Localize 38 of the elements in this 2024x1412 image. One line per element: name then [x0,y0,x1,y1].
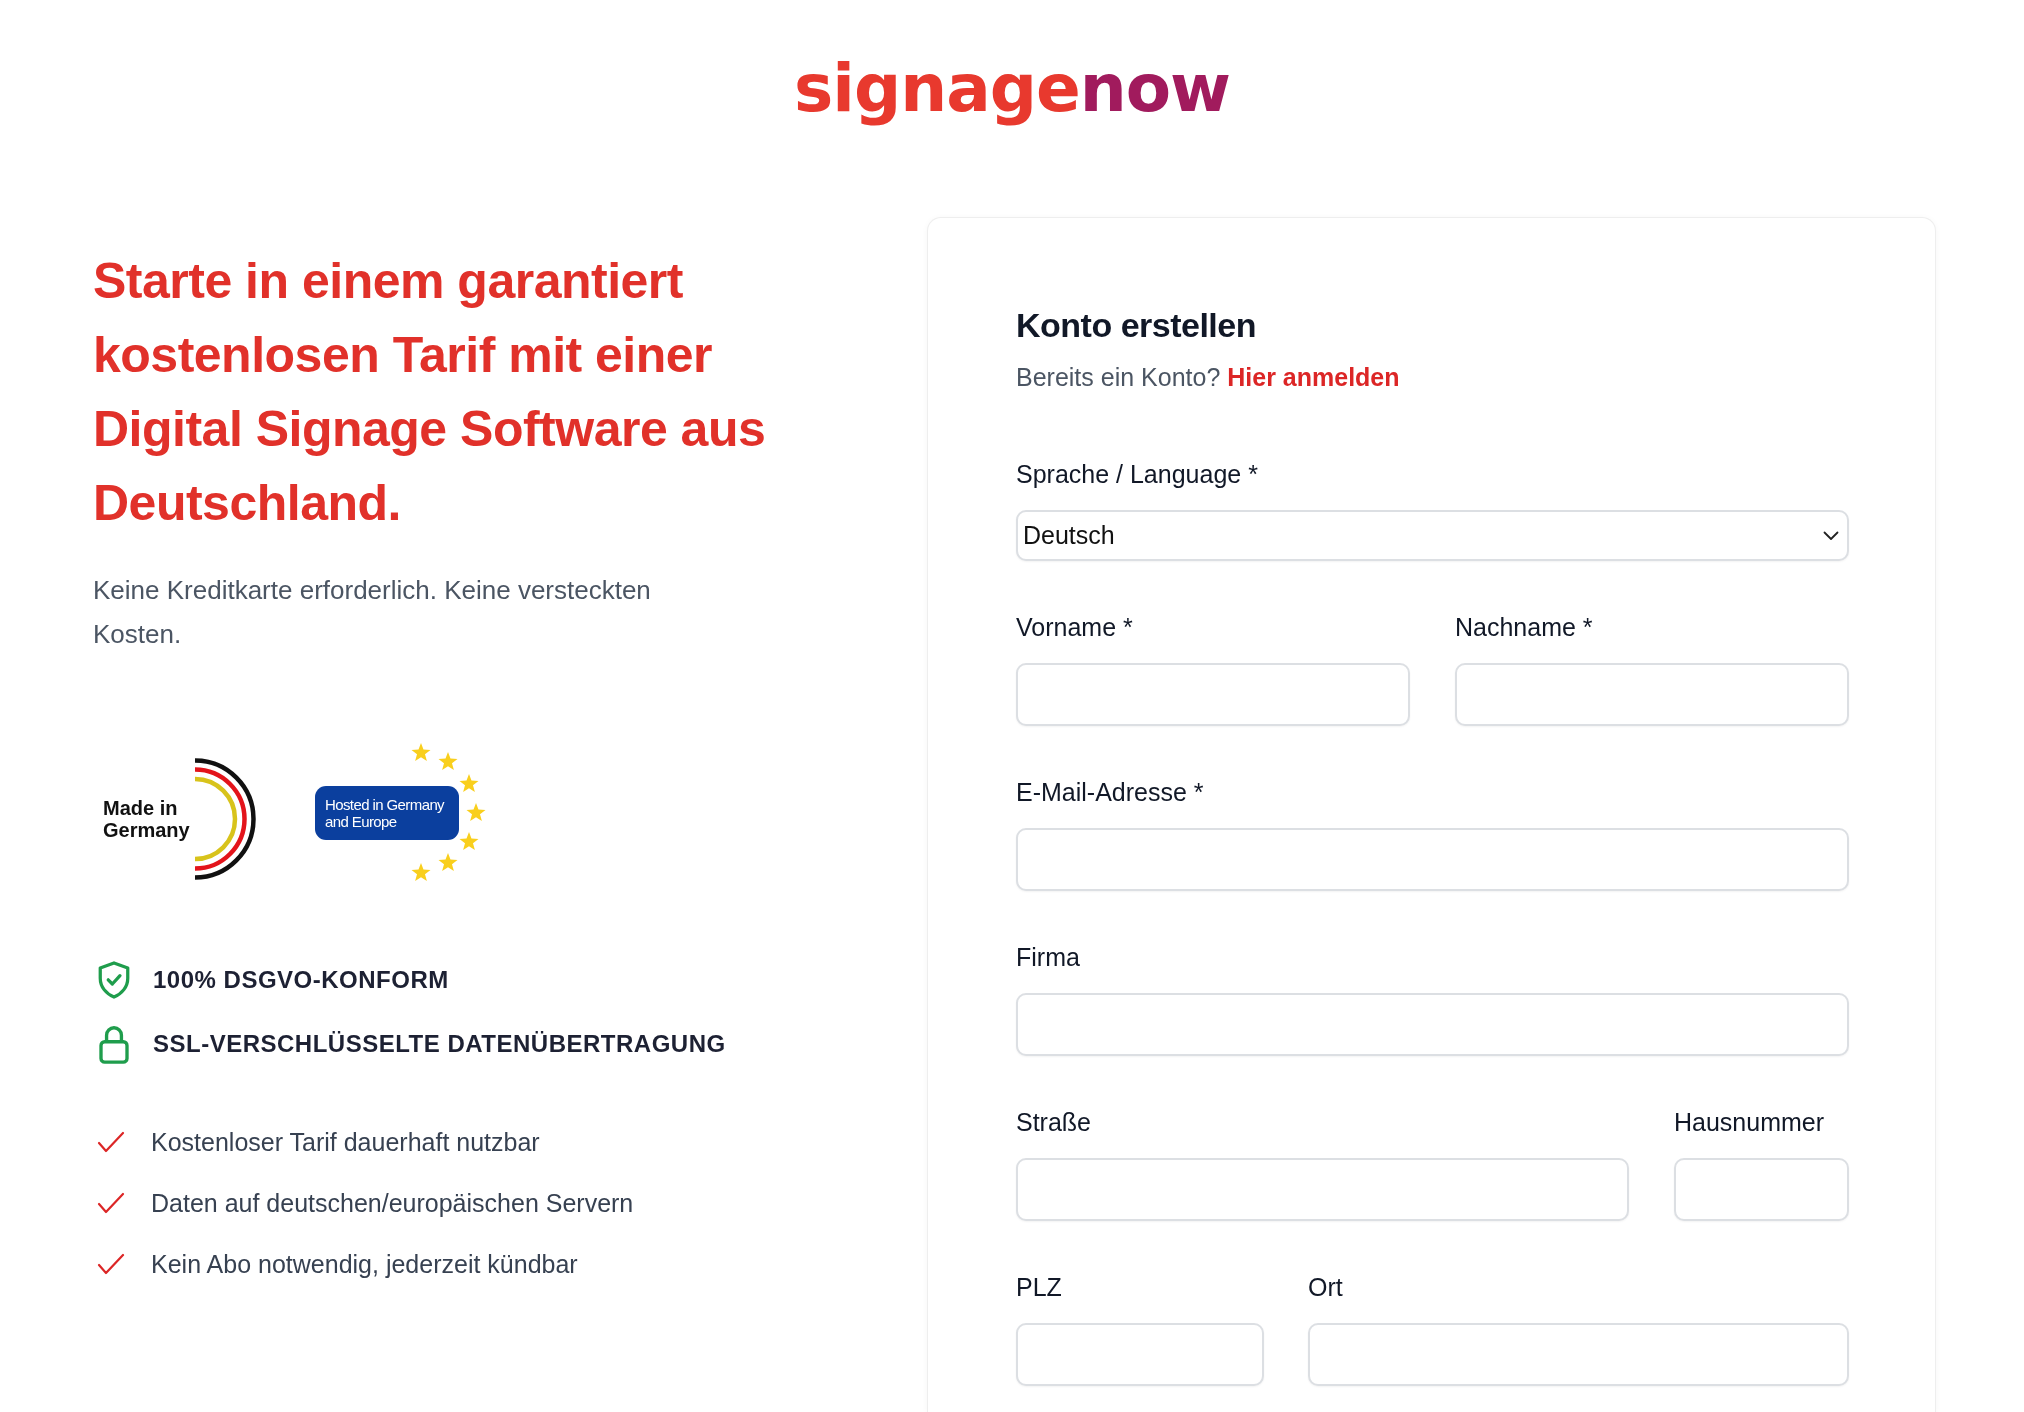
login-prompt: Bereits ein Konto? Hier anmelden [1016,362,1401,392]
field-label: E-Mail-Adresse * [1016,777,1205,807]
input-field[interactable] [1674,1158,1849,1221]
language-select[interactable]: Deutsch [1016,510,1849,561]
benefit-text: Kein Abo notwendig, jederzeit kündbar [151,1249,578,1279]
lock-icon [99,1024,129,1064]
logo: signagenow [794,50,1230,128]
input-field[interactable] [1016,828,1849,891]
check-icon [97,1252,125,1276]
hosted-badge: Hosted in Germany and Europe [315,786,459,840]
benefit-text: Kostenloser Tarif dauerhaft nutzbar [151,1127,540,1157]
trust-label: 100% DSGVO-KONFORM [153,966,449,994]
benefit-text: Daten auf deutschen/europäischen Servern [151,1188,634,1218]
input-field[interactable] [1308,1323,1849,1386]
field-label: Ort [1308,1272,1344,1302]
field-label: Nachname * [1455,612,1594,642]
field-label: PLZ [1016,1272,1063,1302]
field-label: Vorname * [1016,612,1134,642]
chevron-down-icon [1823,530,1839,541]
origin-label: Made in Germany [103,797,191,841]
subtitle: Keine Kreditkarte erforderlich. Keine versteckten Kosten. [93,574,652,651]
input-field[interactable] [1016,663,1410,726]
check-icon [97,1191,125,1215]
form-title: Konto erstellen [1016,305,1257,345]
field-label: Firma [1016,942,1081,972]
input-field[interactable] [1016,993,1849,1056]
check-icon [97,1130,125,1154]
trust-label: SSL-VERSCHLÜSSELTE DATENÜBERTRAGUNG [153,1030,726,1058]
field-label: Sprache / Language * [1016,459,1259,489]
input-field[interactable] [1016,1323,1264,1386]
shield-check-icon [97,961,131,999]
field-label: Hausnummer [1674,1107,1826,1137]
arc-stripes-icon [195,758,257,880]
headline: Starte in einem garantiert kostenlosen Tarif mit einer Digital Signage Software aus Deutschland. [93,252,767,533]
field-label: Straße [1016,1107,1093,1137]
login-link[interactable]: Hier anmelden [1227,363,1400,391]
input-field[interactable] [1455,663,1849,726]
input-field[interactable] [1016,1158,1629,1221]
